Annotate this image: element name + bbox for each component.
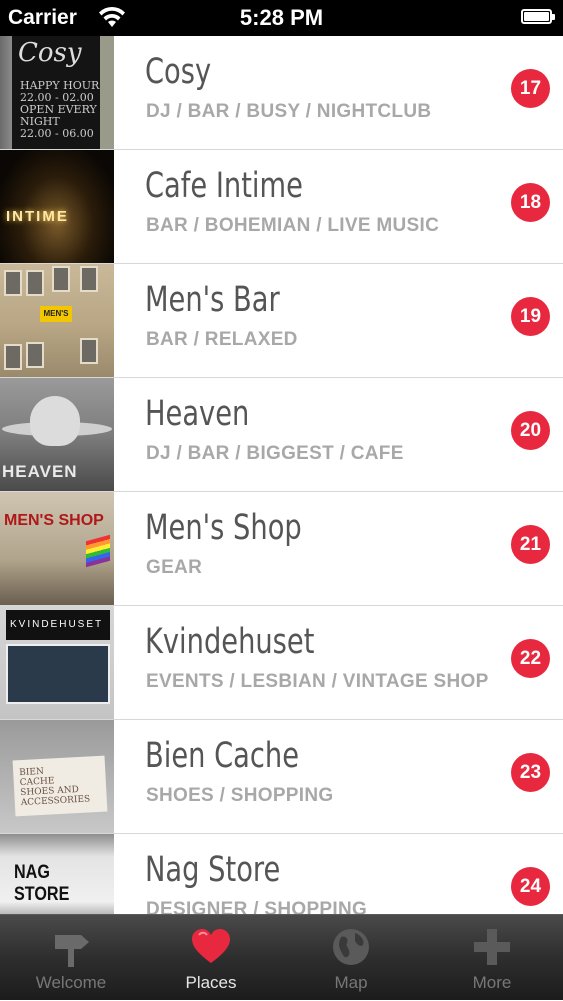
place-name: Cosy (145, 52, 212, 92)
list-item[interactable]: INTIME Cafe Intime BAR / BOHEMIAN / LIVE… (0, 150, 563, 264)
tab-more[interactable]: More (422, 915, 562, 1001)
place-number-badge: 23 (511, 753, 550, 792)
place-tags: GEAR (146, 557, 203, 578)
place-name: Nag Store (145, 850, 281, 890)
heart-icon (192, 929, 230, 963)
place-number-badge: 18 (511, 183, 550, 222)
thumb-sign-text: MEN'S (40, 306, 72, 322)
tab-label: Welcome (35, 973, 107, 992)
tab-bar: Welcome Places Map More (0, 914, 563, 1000)
place-name: Heaven (145, 394, 250, 434)
window-shape (26, 342, 44, 368)
place-tags: SHOES / SHOPPING (146, 785, 334, 806)
place-thumbnail: KVINDEHUSET (0, 606, 114, 719)
list-item[interactable]: HEAVEN Heaven DJ / BAR / BIGGEST / CAFE … (0, 378, 563, 492)
place-number-badge: 21 (511, 525, 550, 564)
place-tags: EVENTS / LESBIAN / VINTAGE SHOP (146, 671, 489, 692)
list-item[interactable]: MEN'S SHOP Men's Shop GEAR 21 (0, 492, 563, 606)
place-name: Kvindehuset (145, 622, 315, 662)
signpost-icon (55, 935, 89, 967)
place-tags: BAR / BOHEMIAN / LIVE MUSIC (146, 215, 440, 236)
tab-label: More (472, 973, 512, 992)
list-item[interactable]: BIEN CACHE SHOES AND ACCESSORIES Bien Ca… (0, 720, 563, 834)
tab-label: Places (185, 973, 237, 992)
window-shape (80, 266, 98, 292)
place-name: Bien Cache (145, 736, 299, 776)
place-tags: DJ / BAR / BIGGEST / CAFE (146, 443, 404, 464)
shopfront-shape (6, 644, 110, 704)
window-shape (4, 270, 22, 296)
thumb-sign-text: NAG STORE (14, 862, 70, 905)
place-name: Men's Bar (145, 280, 280, 320)
place-thumbnail: MEN'S SHOP (0, 492, 114, 605)
thumb-sign-text: MEN'S SHOP (4, 512, 104, 529)
place-thumbnail: INTIME (0, 150, 114, 263)
place-thumbnail: MEN'S (0, 264, 114, 377)
tab-places[interactable]: Places (141, 915, 281, 1001)
place-thumbnail: Cosy HAPPY HOUR 22.00 - 02.00 OPEN EVERY… (0, 36, 114, 149)
battery-icon (521, 9, 555, 24)
list-item[interactable]: KVINDEHUSET Kvindehuset EVENTS / LESBIAN… (0, 606, 563, 720)
tab-label: Map (334, 973, 368, 992)
place-tags: DJ / BAR / BUSY / NIGHTCLUB (146, 101, 432, 122)
thumb-sign-text: BIEN CACHE SHOES AND ACCESSORIES (12, 755, 108, 817)
globe-icon (333, 929, 369, 965)
window-shape (52, 266, 70, 292)
place-thumbnail: HEAVEN (0, 378, 114, 491)
places-list[interactable]: Cosy HAPPY HOUR 22.00 - 02.00 OPEN EVERY… (0, 36, 563, 914)
thumb-sign-text: Cosy (18, 38, 82, 68)
thumb-sign-text: HEAVEN (2, 462, 78, 481)
clock: 5:28 PM (239, 5, 324, 30)
thumb-sign-text: KVINDEHUSET (6, 610, 110, 640)
list-item[interactable]: NAG STORE Nag Store DESIGNER / SHOPPING … (0, 834, 563, 914)
tab-map[interactable]: Map (281, 915, 421, 1001)
window-shape (80, 338, 98, 364)
window-shape (26, 270, 44, 296)
thumb-sign-text: INTIME (6, 208, 69, 225)
place-number-badge: 19 (511, 297, 550, 336)
place-tags: BAR / RELAXED (146, 329, 298, 350)
place-number-badge: 24 (511, 867, 550, 906)
thumb-sign-text: HAPPY HOUR 22.00 - 02.00 OPEN EVERY NIGH… (20, 79, 100, 140)
angel-shape (30, 396, 80, 446)
place-name: Cafe Intime (145, 166, 303, 206)
place-number-badge: 17 (511, 69, 550, 108)
place-number-badge: 20 (511, 411, 550, 450)
place-thumbnail: NAG STORE (0, 834, 114, 914)
rainbow-flag-shape (86, 534, 110, 568)
plus-icon (474, 929, 510, 965)
place-tags: DESIGNER / SHOPPING (146, 899, 368, 914)
list-item[interactable]: Cosy HAPPY HOUR 22.00 - 02.00 OPEN EVERY… (0, 36, 563, 150)
status-bar: Carrier 5:28 PM (0, 0, 563, 36)
list-item[interactable]: MEN'S Men's Bar BAR / RELAXED 19 (0, 264, 563, 378)
place-thumbnail: BIEN CACHE SHOES AND ACCESSORIES (0, 720, 114, 833)
place-number-badge: 22 (511, 639, 550, 678)
window-shape (4, 344, 22, 370)
place-name: Men's Shop (145, 508, 302, 548)
tab-welcome[interactable]: Welcome (1, 915, 141, 1001)
